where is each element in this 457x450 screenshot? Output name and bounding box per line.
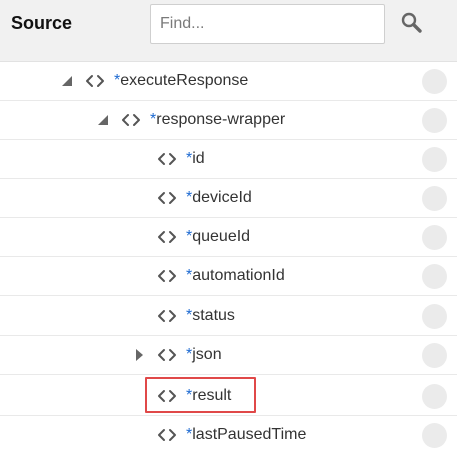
magnifier-icon[interactable] bbox=[398, 9, 426, 37]
node-label: *status bbox=[186, 307, 235, 325]
element-tag-icon bbox=[120, 112, 142, 128]
element-tag-icon bbox=[156, 347, 178, 363]
element-tag-icon bbox=[84, 73, 106, 89]
node-name: queueId bbox=[192, 228, 251, 245]
mapping-status-circle[interactable] bbox=[422, 186, 447, 211]
node-label: *deviceId bbox=[186, 189, 252, 207]
mapping-status-circle[interactable] bbox=[422, 108, 447, 133]
element-tag-icon bbox=[156, 427, 178, 443]
tree-row-lastpausedtime[interactable]: *lastPausedTime bbox=[0, 416, 457, 450]
node-label: *automationId bbox=[186, 267, 285, 285]
mapping-status-circle[interactable] bbox=[422, 384, 447, 409]
tree-row-result[interactable]: *result bbox=[0, 377, 457, 416]
mapping-status-circle[interactable] bbox=[422, 304, 447, 329]
mapping-status-circle[interactable] bbox=[422, 264, 447, 289]
tree-row-automationid[interactable]: *automationId bbox=[0, 257, 457, 296]
expand-triangle-icon[interactable] bbox=[132, 348, 146, 362]
mapping-status-circle[interactable] bbox=[422, 147, 447, 172]
element-tag-icon bbox=[156, 190, 178, 206]
tree-row-status[interactable]: *status bbox=[0, 297, 457, 336]
element-tag-icon bbox=[156, 268, 178, 284]
node-name: response-wrapper bbox=[156, 111, 286, 128]
tree-row-queueid[interactable]: *queueId bbox=[0, 218, 457, 257]
search-input[interactable] bbox=[150, 4, 385, 44]
mapping-status-circle[interactable] bbox=[422, 423, 447, 448]
node-name: json bbox=[192, 346, 222, 363]
source-tree: *executeResponse *response-wrapper *id *dev… bbox=[0, 61, 457, 450]
collapse-triangle-icon[interactable] bbox=[60, 74, 74, 88]
mapping-status-circle[interactable] bbox=[422, 343, 447, 368]
element-tag-icon bbox=[156, 151, 178, 167]
node-label: *result bbox=[186, 387, 231, 405]
mapping-status-circle[interactable] bbox=[422, 69, 447, 94]
node-label: *lastPausedTime bbox=[186, 426, 306, 444]
node-label: *id bbox=[186, 150, 205, 168]
node-name: automationId bbox=[192, 267, 285, 284]
collapse-triangle-icon[interactable] bbox=[96, 113, 110, 127]
element-tag-icon bbox=[156, 388, 178, 404]
node-name: deviceId bbox=[192, 189, 252, 206]
node-name: lastPausedTime bbox=[192, 426, 307, 443]
node-name: executeResponse bbox=[120, 72, 249, 89]
node-name: status bbox=[192, 307, 235, 324]
node-label: *response-wrapper bbox=[150, 111, 285, 129]
tree-row-deviceid[interactable]: *deviceId bbox=[0, 179, 457, 218]
node-name: id bbox=[192, 150, 205, 167]
tree-row-json[interactable]: *json bbox=[0, 336, 457, 375]
tree-row-id[interactable]: *id bbox=[0, 140, 457, 179]
mapping-status-circle[interactable] bbox=[422, 225, 447, 250]
node-label: *queueId bbox=[186, 228, 250, 246]
tree-row-executeresponse[interactable]: *executeResponse bbox=[0, 62, 457, 101]
element-tag-icon bbox=[156, 229, 178, 245]
tree-row-response-wrapper[interactable]: *response-wrapper bbox=[0, 101, 457, 140]
source-panel-header: Source bbox=[0, 0, 457, 61]
node-label: *json bbox=[186, 346, 222, 364]
panel-title: Source bbox=[11, 13, 73, 33]
node-label: *executeResponse bbox=[114, 72, 248, 90]
element-tag-icon bbox=[156, 308, 178, 324]
node-name: result bbox=[192, 387, 232, 404]
